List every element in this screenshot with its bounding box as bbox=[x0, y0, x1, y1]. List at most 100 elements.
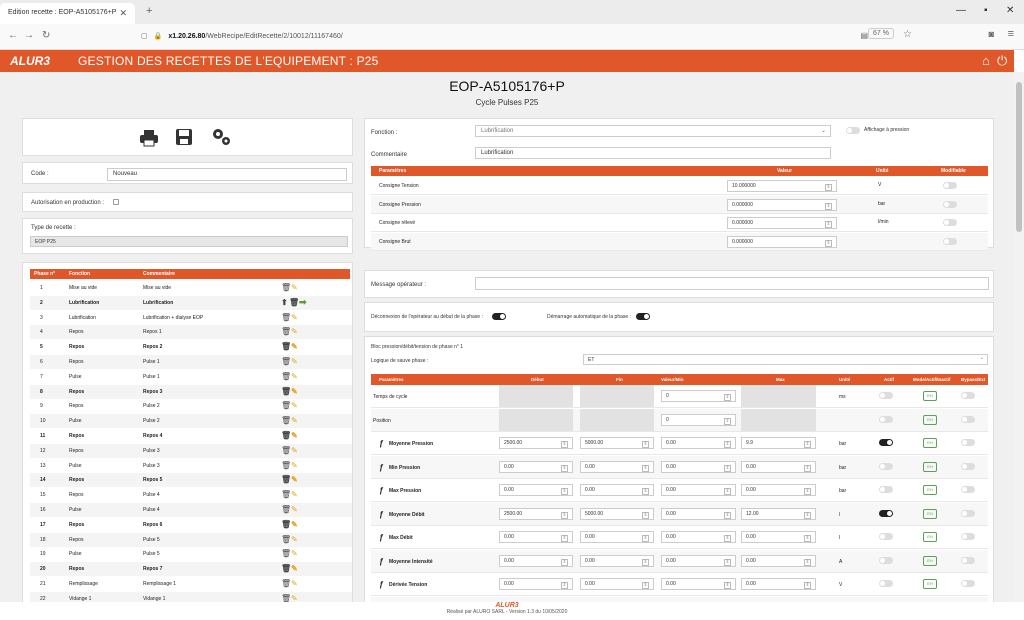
trash-icon[interactable]: 🗑 bbox=[281, 283, 291, 292]
bloc-fin-input[interactable]: 0.00 ⇕ bbox=[580, 460, 654, 473]
bloc-actif-toggle[interactable] bbox=[879, 509, 893, 517]
trash-icon[interactable]: 🗑 bbox=[281, 416, 291, 425]
bloc-bypass-toggle[interactable] bbox=[961, 556, 975, 564]
param-value-input[interactable]: 0.000000 ⇕ bbox=[727, 217, 837, 229]
trash-icon[interactable]: 🗑 bbox=[281, 431, 291, 440]
bloc-d-input[interactable]: 2500.00 ⇕ bbox=[499, 507, 573, 520]
trash-icon[interactable]: 🗑 bbox=[281, 446, 291, 455]
edit-pencil-icon[interactable]: ✎ bbox=[291, 446, 298, 455]
bloc-mode-button[interactable]: EH bbox=[923, 532, 937, 542]
phase-row[interactable]: 7 Pulse Pulse 1 🗑 ✎ bbox=[30, 370, 352, 384]
bloc-bypass-toggle[interactable] bbox=[961, 439, 975, 446]
spinner-icon[interactable]: ⇕ bbox=[825, 221, 832, 228]
deconnexion-toggle[interactable] bbox=[492, 313, 506, 320]
edit-pencil-icon[interactable]: ✎ bbox=[291, 431, 298, 440]
bloc-d-input[interactable]: 0.00 ⇕ bbox=[499, 578, 573, 590]
phase-row[interactable]: 17 Repos Repos 6 🗑 ✎ bbox=[30, 518, 352, 532]
phase-row[interactable]: 22 Vidange 1 Vidange 1 🗑 ✎ bbox=[30, 591, 352, 602]
edit-pencil-icon[interactable]: ✎ bbox=[291, 401, 298, 410]
edit-pencil-icon[interactable]: ✎ bbox=[291, 357, 298, 366]
bloc-mode-button[interactable]: EH bbox=[923, 461, 937, 472]
bloc-bypass-toggle[interactable] bbox=[961, 486, 975, 493]
phase-row[interactable]: 20 Repos Repos 7 🗑 ✎ bbox=[30, 562, 352, 577]
trash-icon[interactable]: 🗑 bbox=[281, 535, 291, 544]
bloc-max-input[interactable]: 9.9 ⇕ bbox=[741, 437, 816, 449]
close-tab-icon[interactable]: ✕ bbox=[119, 8, 127, 19]
bloc-mode-button[interactable]: EH bbox=[923, 414, 937, 425]
trash-icon[interactable]: 🗑 bbox=[281, 564, 291, 573]
param-value-input[interactable]: 10.000000 ⇕ bbox=[727, 180, 837, 192]
phase-row[interactable]: 16 Pulse Pulse 4 🗑 ✎ bbox=[30, 503, 352, 517]
edit-pencil-icon[interactable]: ✎ bbox=[291, 490, 298, 499]
pocket-icon[interactable]: ◙ bbox=[989, 29, 994, 39]
spinner-icon[interactable]: ⇕ bbox=[561, 464, 568, 472]
bloc-actif-toggle[interactable] bbox=[879, 462, 893, 470]
edit-pencil-icon[interactable]: ✎ bbox=[291, 416, 298, 425]
spinner-icon[interactable]: ⇕ bbox=[561, 441, 568, 448]
spinner-icon[interactable]: ⇕ bbox=[804, 441, 811, 448]
maximize-icon[interactable]: ▪ bbox=[984, 5, 988, 16]
bloc-v-input[interactable]: 0 ⇕ bbox=[661, 390, 736, 402]
commentaire-input[interactable]: Lubrification bbox=[475, 147, 831, 159]
page-scrollbar[interactable] bbox=[1014, 72, 1024, 602]
phase-row[interactable]: 4 Repos Repos 1 🗑 ✎ bbox=[30, 325, 352, 340]
arrow-right-icon[interactable]: ➡ bbox=[299, 297, 307, 308]
url-bar[interactable]: ▢ 🔒 x1.20.26.80/WebRecipe/EditRecette/2/10… bbox=[135, 27, 950, 46]
demarrage-toggle[interactable] bbox=[636, 313, 650, 320]
move-up-icon[interactable]: ⬆ bbox=[281, 298, 288, 307]
edit-pencil-icon[interactable]: ✎ bbox=[291, 549, 298, 558]
bloc-actif-toggle[interactable] bbox=[879, 439, 893, 446]
bloc-bypass-toggle[interactable] bbox=[961, 392, 975, 399]
zoom-level[interactable]: 67 % bbox=[868, 28, 894, 39]
param-value-input[interactable]: 0.000000 ⇕ bbox=[727, 235, 837, 248]
param-modifiable-toggle[interactable] bbox=[943, 182, 957, 189]
edit-pencil-icon[interactable]: ✎ bbox=[291, 327, 298, 336]
code-input[interactable]: Nouveau bbox=[107, 168, 347, 181]
spinner-icon[interactable]: ⇕ bbox=[561, 582, 568, 589]
spinner-icon[interactable]: ⇕ bbox=[724, 394, 731, 401]
trash-icon[interactable]: 🗑 bbox=[281, 372, 291, 381]
bloc-v-input[interactable]: 0.00 ⇕ bbox=[661, 578, 736, 590]
spinner-icon[interactable]: ⇕ bbox=[724, 488, 731, 495]
spinner-icon[interactable]: ⇕ bbox=[642, 488, 649, 495]
forward-icon[interactable]: → bbox=[24, 30, 34, 41]
bloc-mode-button[interactable]: EH bbox=[923, 555, 937, 566]
trash-icon[interactable]: 🗑 bbox=[281, 387, 291, 396]
spinner-icon[interactable]: ⇕ bbox=[724, 582, 731, 589]
home-icon[interactable]: ⌂ bbox=[982, 53, 990, 68]
bloc-bypass-toggle[interactable] bbox=[961, 580, 975, 587]
bloc-actif-toggle[interactable] bbox=[879, 392, 893, 399]
edit-pencil-icon[interactable]: ✎ bbox=[291, 520, 298, 529]
spinner-icon[interactable]: ⇕ bbox=[724, 535, 731, 542]
spinner-icon[interactable]: ⇕ bbox=[825, 239, 832, 247]
bloc-actif-toggle[interactable] bbox=[879, 415, 893, 423]
bloc-mode-button[interactable]: EH bbox=[923, 391, 937, 401]
bloc-max-input[interactable]: 0.00 ⇕ bbox=[741, 554, 816, 567]
bloc-fin-input[interactable]: 5000.00 ⇕ bbox=[580, 507, 654, 520]
edit-pencil-icon[interactable]: ✎ bbox=[291, 313, 298, 322]
bloc-v-input[interactable]: 0 ⇕ bbox=[661, 413, 736, 426]
phase-row[interactable]: 5 Repos Repos 2 🗑 ✎ bbox=[30, 340, 352, 354]
bloc-actif-toggle[interactable] bbox=[879, 533, 893, 540]
spinner-icon[interactable]: ⇕ bbox=[804, 535, 811, 542]
spinner-icon[interactable]: ⇕ bbox=[804, 464, 811, 472]
phase-row[interactable]: 10 Pulse Pulse 2 🗑 ✎ bbox=[30, 414, 352, 429]
bloc-max-input[interactable]: 0.00 ⇕ bbox=[741, 484, 816, 496]
edit-pencil-icon[interactable]: ✎ bbox=[291, 475, 298, 484]
bloc-bypass-toggle[interactable] bbox=[961, 509, 975, 517]
menu-icon[interactable]: ≡ bbox=[1008, 28, 1014, 40]
bloc-fin-input[interactable]: 5000.00 ⇕ bbox=[580, 437, 654, 449]
phase-row[interactable]: 15 Repos Pulse 4 🗑 ✎ bbox=[30, 488, 352, 502]
bloc-max-input[interactable]: 0.00 ⇕ bbox=[741, 460, 816, 473]
trash-icon[interactable]: 🗑 bbox=[281, 342, 291, 351]
param-modifiable-toggle[interactable] bbox=[943, 237, 957, 245]
bloc-mode-button[interactable]: EH bbox=[923, 579, 937, 589]
bloc-v-input[interactable]: 0.00 ⇕ bbox=[661, 460, 736, 473]
trash-icon[interactable]: 🗑 bbox=[281, 357, 291, 366]
reader-icon[interactable]: ▤ bbox=[860, 31, 868, 40]
bloc-v-input[interactable]: 0.00 ⇕ bbox=[661, 554, 736, 567]
spinner-icon[interactable]: ⇕ bbox=[724, 558, 731, 566]
bloc-max-input[interactable]: 0.00 ⇕ bbox=[741, 531, 816, 543]
phase-row[interactable]: 18 Repos Pulse 5 🗑 ✎ bbox=[30, 532, 352, 547]
param-modifiable-toggle[interactable] bbox=[943, 200, 957, 208]
